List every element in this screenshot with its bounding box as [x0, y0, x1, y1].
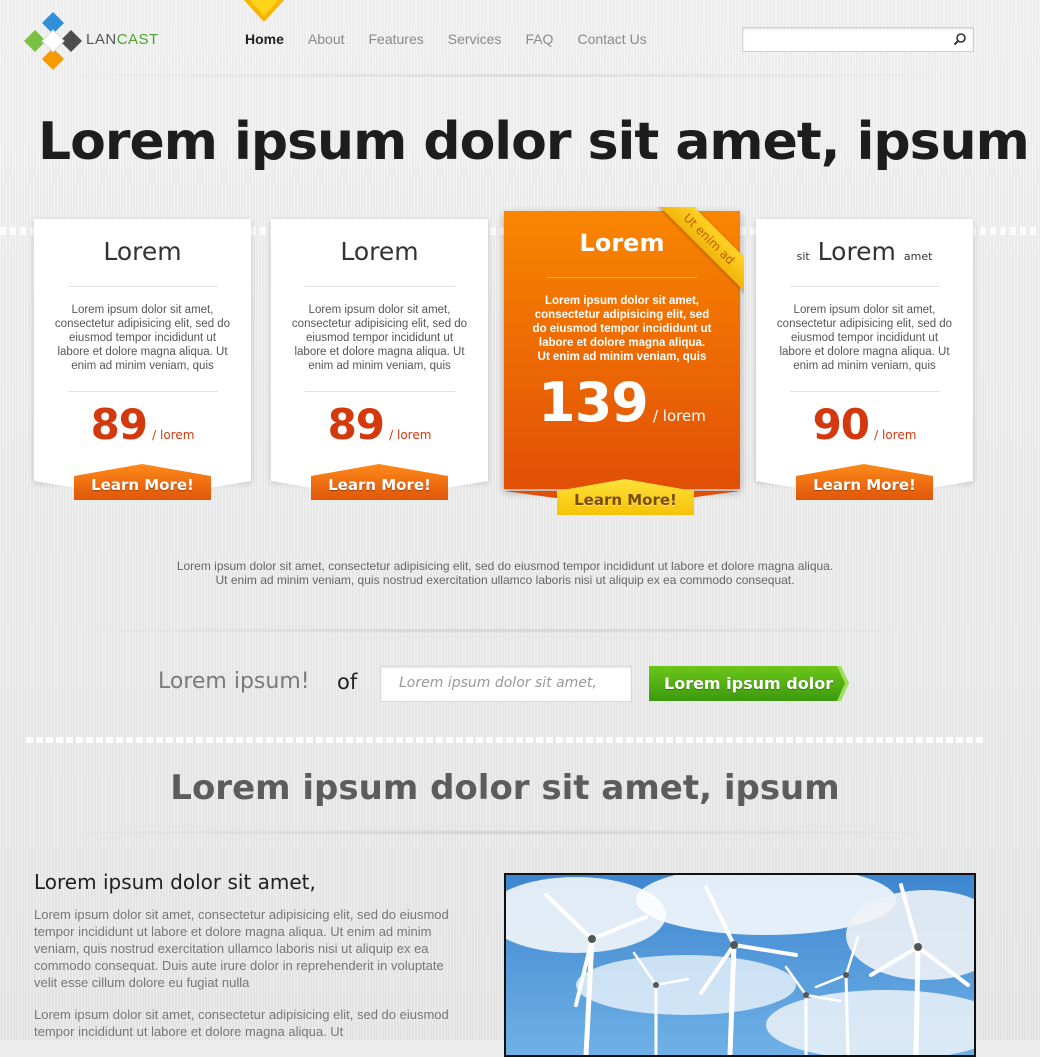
card-title: Lorem [103, 237, 182, 266]
card-description: Lorem ipsum dolor sit amet, consectetur … [776, 304, 953, 372]
learn-more-button[interactable]: Learn More! [796, 464, 933, 500]
dashed-divider [26, 737, 984, 743]
pricing-card: Lorem Lorem ipsum dolor sit amet, consec… [271, 219, 488, 500]
title-prefix: sit [796, 250, 810, 263]
pricing-note: Lorem ipsum dolor sit amet, consectetur … [0, 559, 1010, 587]
content-paragraph: Lorem ipsum dolor sit amet, consectetur … [34, 907, 449, 990]
cta-input[interactable] [381, 667, 629, 699]
price-value: 90 [812, 400, 870, 449]
cta-of-text: of [337, 670, 358, 694]
title-main: Lorem [817, 237, 896, 266]
price-value: 89 [327, 400, 385, 449]
section-divider [40, 830, 960, 835]
nav-features[interactable]: Features [369, 31, 424, 47]
price-value: 89 [90, 400, 148, 449]
cta-button-label: Lorem ipsum dolor [664, 674, 834, 693]
cta-button[interactable]: Lorem ipsum dolor [649, 666, 849, 701]
learn-more-button[interactable]: Learn More! [74, 464, 211, 500]
logo-icon [24, 12, 82, 70]
title-suffix: amet [903, 250, 933, 263]
wind-turbines-photo [504, 873, 976, 1057]
header-divider [40, 74, 980, 77]
learn-more-label: Learn More! [574, 491, 677, 509]
corner-ribbon: Ut enim ad [648, 207, 744, 303]
search-icon[interactable] [953, 32, 967, 46]
card-title: sit Lorem amet [756, 237, 973, 266]
card-divider [304, 286, 455, 287]
card-divider [789, 286, 940, 287]
ribbon-label: Ut enim ad [680, 210, 738, 268]
card-description: Lorem ipsum dolor sit amet, consectetur … [54, 304, 231, 372]
card-divider [67, 391, 218, 392]
card-divider [789, 391, 940, 392]
logo[interactable]: LANCAST [22, 10, 162, 70]
price-unit: / lorem [874, 428, 917, 442]
price-value: 139 [538, 371, 649, 434]
logo-text-part2: CAST [116, 31, 159, 48]
learn-more-label: Learn More! [813, 476, 916, 494]
nav-faq[interactable]: FAQ [525, 31, 553, 47]
nav-home[interactable]: Home [245, 31, 284, 47]
learn-more-label: Learn More! [328, 476, 431, 494]
card-divider [304, 391, 455, 392]
pricing-card: Lorem Lorem ipsum dolor sit amet, consec… [34, 219, 251, 500]
pricing-note-line: Ut enim ad minim veniam, quis nostrud ex… [215, 573, 795, 587]
cta-field-wrapper [380, 666, 632, 702]
card-price: 89 / lorem [34, 400, 251, 449]
cta-label: Lorem ipsum! [158, 669, 310, 694]
nav-contact-us[interactable]: Contact Us [577, 31, 646, 47]
card-price: 89 / lorem [271, 400, 488, 449]
active-nav-marker-icon [243, 0, 285, 22]
card-description: Lorem ipsum dolor sit amet, consectetur … [532, 295, 712, 363]
learn-more-label: Learn More! [91, 476, 194, 494]
card-price: 139 / lorem [504, 371, 740, 434]
price-unit: / lorem [652, 407, 706, 425]
main-nav: Home About Features Services FAQ Contact… [245, 31, 671, 47]
nav-services[interactable]: Services [448, 31, 502, 47]
learn-more-button[interactable]: Learn More! [557, 479, 694, 515]
card-description: Lorem ipsum dolor sit amet, consectetur … [291, 304, 468, 372]
hero-title: Lorem ipsum dolor sit amet, ipsum [38, 112, 1030, 172]
price-unit: / lorem [152, 428, 195, 442]
card-title: Lorem [340, 237, 419, 266]
learn-more-button[interactable]: Learn More! [311, 464, 448, 500]
card-divider [67, 286, 218, 287]
card-price: 90 / lorem [756, 400, 973, 449]
search-box [742, 27, 974, 52]
pricing-card-featured: Ut enim ad Lorem Lorem ipsum dolor sit a… [504, 207, 744, 515]
price-unit: / lorem [389, 428, 432, 442]
wind-turbines-image [506, 875, 974, 1055]
content-paragraph: Lorem ipsum dolor sit amet, consectetur … [34, 1007, 449, 1039]
section-title: Lorem ipsum dolor sit amet, ipsum [170, 768, 840, 808]
logo-text: LANCAST [86, 31, 159, 48]
search-input[interactable] [743, 28, 955, 49]
nav-about[interactable]: About [308, 31, 345, 47]
content-subtitle: Lorem ipsum dolor sit amet, [34, 870, 316, 894]
logo-text-part1: LAN [86, 31, 117, 48]
section-divider [40, 628, 960, 633]
pricing-note-line: Lorem ipsum dolor sit amet, consectetur … [176, 559, 834, 573]
pricing-card: sit Lorem amet Lorem ipsum dolor sit ame… [756, 219, 973, 500]
